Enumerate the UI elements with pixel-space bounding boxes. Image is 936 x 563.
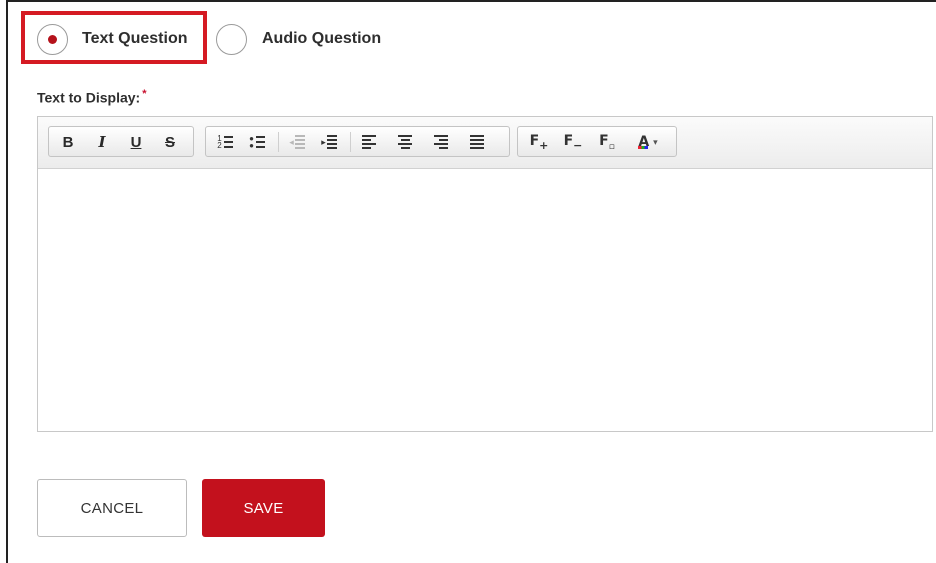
toolbar-group-paragraph: 12 ● ● ◂ ▸ xyxy=(205,126,510,157)
align-justify-icon[interactable] xyxy=(466,131,488,153)
toolbar-group-font: F+ F− F▫ A ▾ xyxy=(517,126,677,157)
outdent-icon[interactable]: ◂ xyxy=(286,131,308,153)
text-question-label[interactable]: Text Question xyxy=(82,30,188,48)
align-center-icon[interactable] xyxy=(394,131,416,153)
radio-selected-dot xyxy=(48,35,57,44)
text-question-radio[interactable] xyxy=(37,24,68,55)
align-left-icon[interactable] xyxy=(358,131,380,153)
underline-icon[interactable]: U xyxy=(125,131,147,153)
audio-question-radio[interactable] xyxy=(216,24,247,55)
frame-top-border xyxy=(6,0,936,2)
frame-left-border xyxy=(6,0,8,563)
text-color-icon[interactable]: A ▾ xyxy=(630,131,666,153)
save-button[interactable]: SAVE xyxy=(202,479,325,537)
toolbar-group-format: B I U S xyxy=(48,126,194,157)
audio-question-label[interactable]: Audio Question xyxy=(262,30,381,48)
font-size-reset-icon[interactable]: F▫ xyxy=(594,131,620,153)
editor-toolbar: B I U S 12 ● ● ◂ ▸ F+ F− F▫ A ▾ xyxy=(38,117,932,169)
strikethrough-icon[interactable]: S xyxy=(159,131,181,153)
bold-icon[interactable]: B xyxy=(57,131,79,153)
italic-icon[interactable]: I xyxy=(91,131,113,153)
rich-text-editor: B I U S 12 ● ● ◂ ▸ F+ F− F▫ A ▾ xyxy=(37,116,933,432)
font-size-increase-icon[interactable]: F+ xyxy=(526,131,552,153)
text-to-display-label: Text to Display: * xyxy=(37,88,146,106)
cancel-button[interactable]: CANCEL xyxy=(37,479,187,537)
required-marker: * xyxy=(142,88,147,100)
indent-icon[interactable]: ▸ xyxy=(318,131,340,153)
editor-content-area[interactable] xyxy=(38,169,932,431)
chevron-down-icon: ▾ xyxy=(653,136,658,147)
align-right-icon[interactable] xyxy=(430,131,452,153)
toolbar-separator xyxy=(278,132,279,152)
ordered-list-icon[interactable]: 12 xyxy=(214,131,236,153)
unordered-list-icon[interactable]: ● ● xyxy=(246,131,268,153)
field-label-text: Text to Display: xyxy=(37,89,141,106)
toolbar-separator xyxy=(350,132,351,152)
font-size-decrease-icon[interactable]: F− xyxy=(560,131,586,153)
